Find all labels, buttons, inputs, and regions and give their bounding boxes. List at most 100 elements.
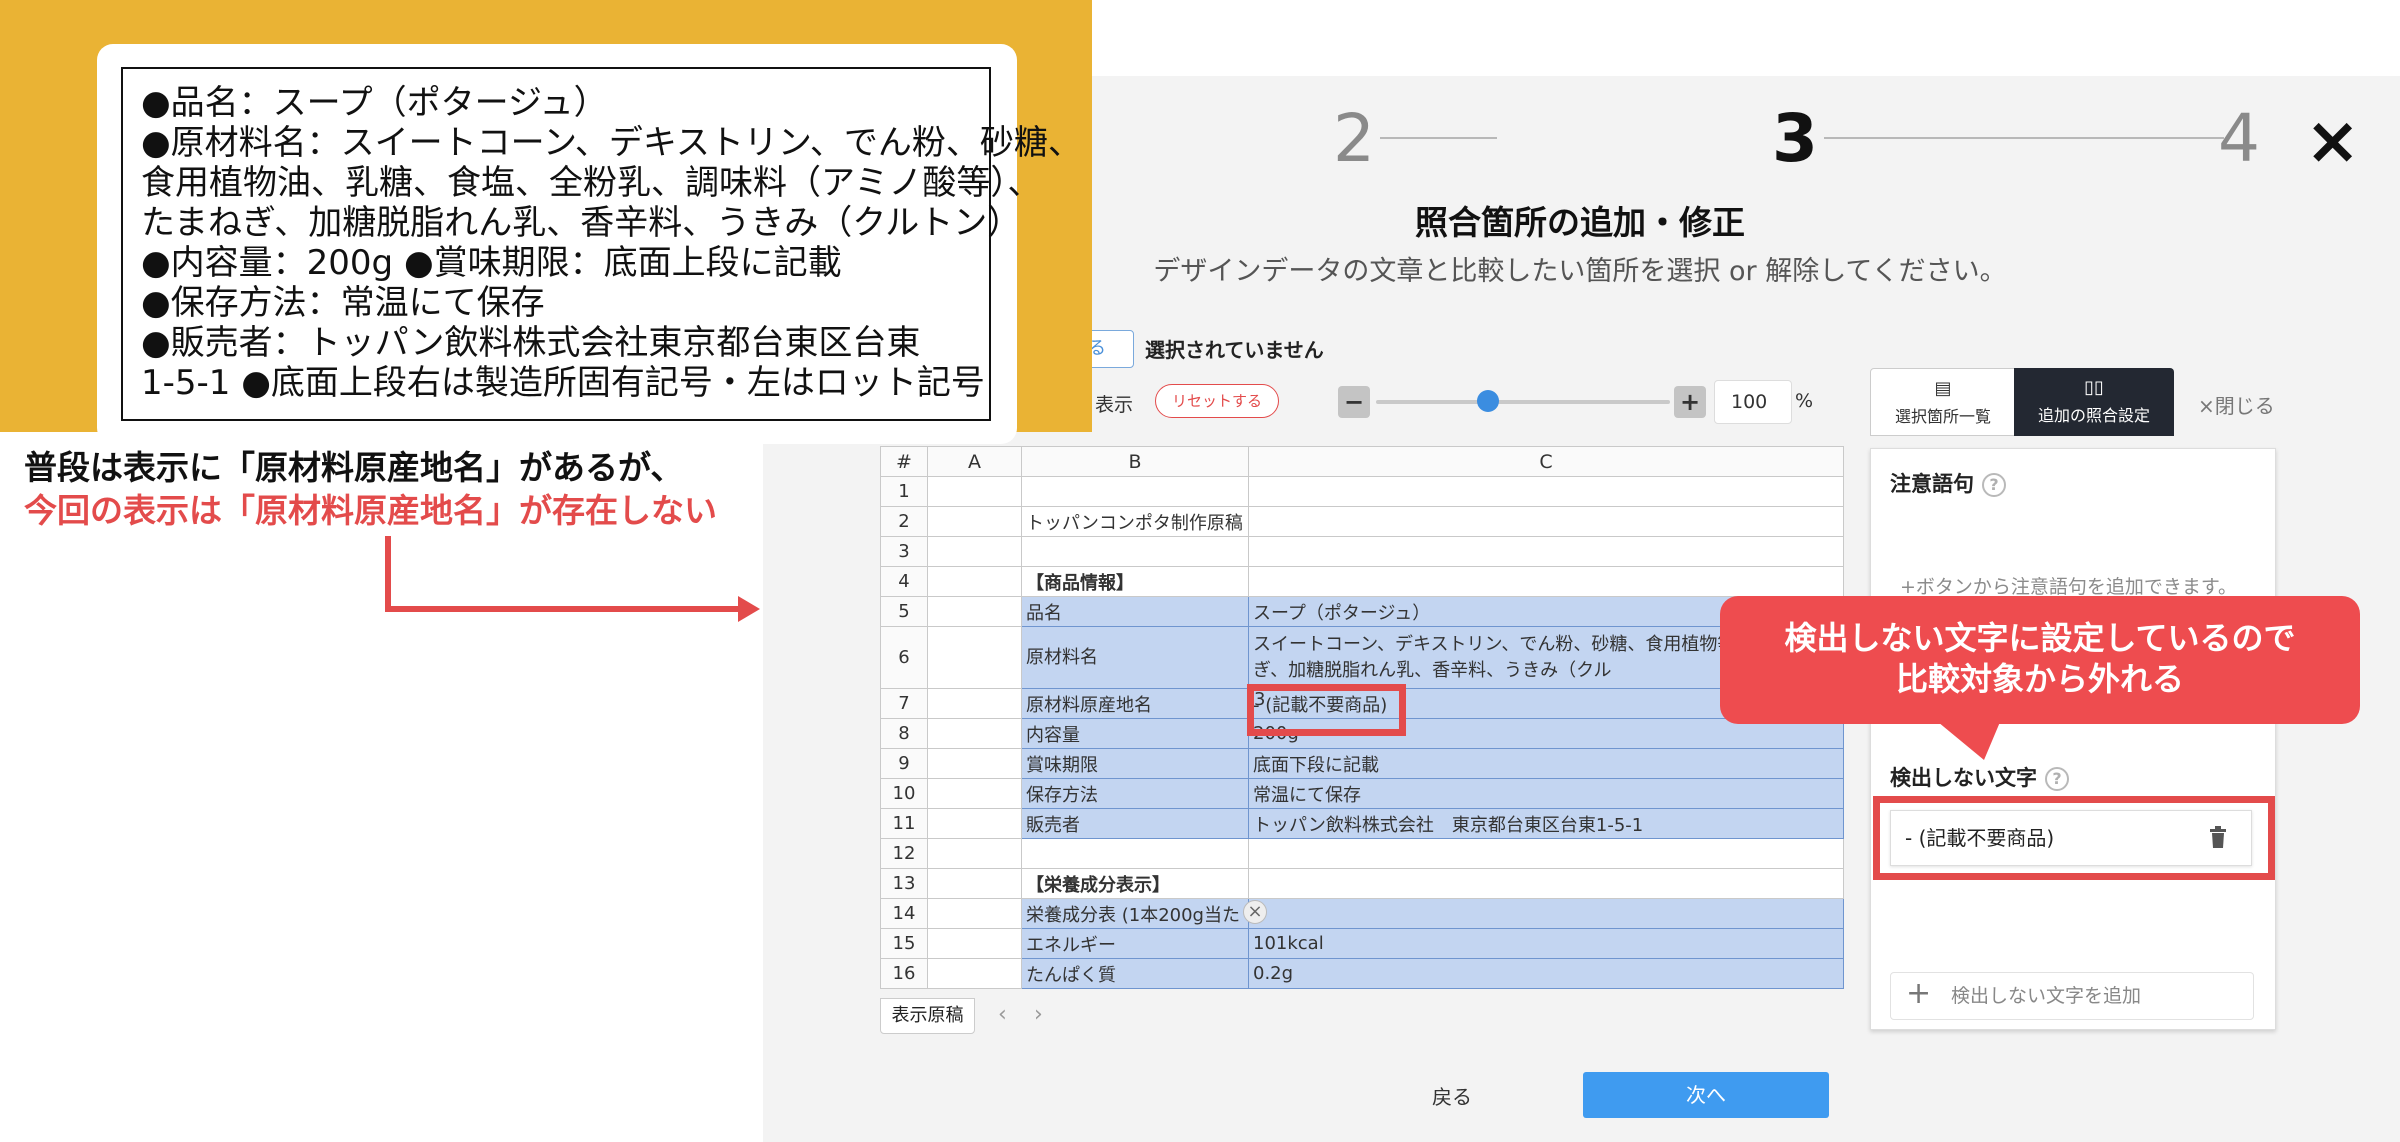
table-row: 11 販売者 トッパン飲料株式会社 東京都台東区台東1-5-1 bbox=[880, 808, 1844, 839]
cell-c[interactable] bbox=[1248, 536, 1844, 567]
cell-a[interactable] bbox=[927, 778, 1022, 809]
next-button[interactable]: 次へ bbox=[1583, 1072, 1829, 1118]
cell-b[interactable] bbox=[1021, 838, 1249, 869]
cell-b[interactable]: 栄養成分表 (1本200g当た bbox=[1021, 898, 1249, 929]
row-number: 16 bbox=[880, 958, 928, 989]
cell-a[interactable] bbox=[927, 718, 1022, 749]
add-exclude-word-input[interactable]: 検出しない文字を追加 bbox=[1890, 972, 2254, 1020]
label-line: ●内容量：200g ●賞味期限：底面上段に記載 bbox=[141, 243, 842, 283]
row-number: 2 bbox=[880, 506, 928, 537]
label-line: ●原材料名：スイートコーン、デキストリン、でん粉、砂糖、 bbox=[141, 123, 1082, 163]
cell-a[interactable] bbox=[927, 838, 1022, 869]
cell-b[interactable]: たんぱく質 bbox=[1021, 958, 1249, 989]
cell-b[interactable]: トッパンコンポタ制作原稿 bbox=[1021, 506, 1249, 537]
step-3-current: 3 bbox=[1772, 100, 1818, 177]
sheet-tab-display[interactable]: 表示原稿 bbox=[880, 998, 975, 1034]
zoom-slider-handle[interactable] bbox=[1476, 390, 1499, 412]
cell-b[interactable]: 販売者 bbox=[1021, 808, 1249, 839]
cell-b[interactable]: 保存方法 bbox=[1021, 778, 1249, 809]
cell-b[interactable]: 内容量 bbox=[1021, 718, 1249, 749]
cell-a[interactable] bbox=[927, 898, 1022, 929]
row-number: 13 bbox=[880, 868, 928, 899]
row-number: 4 bbox=[880, 566, 928, 597]
cell-c[interactable] bbox=[1248, 476, 1844, 507]
cell-c[interactable]: 常温にて保存 bbox=[1248, 778, 1844, 809]
panel-close-button[interactable]: ×閉じる bbox=[2198, 390, 2275, 419]
tab-selected-list[interactable]: ▤ 選択箇所一覧 bbox=[1870, 368, 2016, 436]
cell-a[interactable] bbox=[927, 688, 1022, 719]
cell-b[interactable]: 賞味期限 bbox=[1021, 748, 1249, 779]
cell-a[interactable] bbox=[927, 808, 1022, 839]
cell-a[interactable] bbox=[927, 748, 1022, 779]
label-line: ●保存方法：常温にて保存 bbox=[141, 283, 545, 323]
cell-c[interactable] bbox=[1248, 838, 1844, 869]
product-label-text: ●品名：スープ（ポタージュ） ●原材料名：スイートコーン、デキストリン、でん粉、… bbox=[121, 67, 1082, 421]
row-number: 5 bbox=[880, 596, 928, 627]
table-row: 10 保存方法 常温にて保存 bbox=[880, 778, 1844, 809]
cell-b[interactable]: 原材料名 bbox=[1021, 626, 1249, 689]
selection-status: 選択されていません bbox=[1145, 338, 1324, 362]
cell-a[interactable] bbox=[927, 566, 1022, 597]
exclude-words-title: 検出しない文字? bbox=[1890, 762, 2069, 792]
cell-c[interactable] bbox=[1248, 506, 1844, 537]
cell-b[interactable]: 【商品情報】 bbox=[1021, 566, 1249, 597]
plus-icon[interactable]: + bbox=[1906, 976, 1931, 1011]
cell-close-icon[interactable]: × bbox=[1243, 900, 1267, 924]
row-number: 3 bbox=[880, 536, 928, 567]
cell-c[interactable]: 101kcal bbox=[1248, 928, 1844, 959]
highlight-box-cell bbox=[1247, 684, 1406, 736]
zoom-out-button[interactable]: − bbox=[1338, 386, 1370, 418]
zoom-in-button[interactable]: + bbox=[1674, 386, 1706, 418]
cell-b[interactable] bbox=[1021, 536, 1249, 567]
sheet-prev-icon[interactable]: ‹ bbox=[998, 1002, 1007, 1027]
zoom-input[interactable]: 100 bbox=[1714, 380, 1792, 424]
back-button[interactable]: 戻る bbox=[1432, 1081, 1472, 1110]
cell-b[interactable] bbox=[1021, 476, 1249, 507]
step-2[interactable]: 2 bbox=[1333, 100, 1375, 177]
help-icon[interactable]: ? bbox=[1982, 473, 2006, 497]
cell-c[interactable] bbox=[1248, 868, 1844, 899]
cell-c[interactable]: 底面下段に記載 bbox=[1248, 748, 1844, 779]
close-icon[interactable]: × bbox=[2305, 108, 2360, 174]
cell-a[interactable] bbox=[927, 536, 1022, 567]
row-number: 7 bbox=[880, 688, 928, 719]
cell-b[interactable]: 【栄養成分表示】 bbox=[1021, 868, 1249, 899]
cell-a[interactable] bbox=[927, 868, 1022, 899]
step-4[interactable]: 4 bbox=[2218, 100, 2260, 177]
table-row: 12 bbox=[880, 838, 1844, 869]
cell-a[interactable] bbox=[927, 626, 1022, 689]
cell-c[interactable]: 0.2g bbox=[1248, 958, 1844, 989]
tab-additional-settings-label: 追加の照合設定 bbox=[2037, 406, 2150, 425]
cell-b[interactable]: 原材料原産地名 bbox=[1021, 688, 1249, 719]
cell-a[interactable] bbox=[927, 596, 1022, 627]
row-number: 6 bbox=[880, 626, 928, 689]
table-row: 1 bbox=[880, 476, 1844, 507]
row-number: 10 bbox=[880, 778, 928, 809]
header-column-c[interactable]: C bbox=[1248, 446, 1844, 477]
header-column-b[interactable]: B bbox=[1021, 446, 1249, 477]
header-row-number: # bbox=[880, 446, 928, 477]
cell-a[interactable] bbox=[927, 958, 1022, 989]
step-connector bbox=[1824, 137, 2224, 139]
help-icon[interactable]: ? bbox=[2045, 767, 2069, 791]
sheet-next-icon[interactable]: › bbox=[1034, 1002, 1043, 1027]
cell-c[interactable]: トッパン飲料株式会社 東京都台東区台東1-5-1 bbox=[1248, 808, 1844, 839]
table-row: 16 たんぱく質 0.2g bbox=[880, 958, 1844, 989]
cell-c[interactable]: ) bbox=[1248, 898, 1844, 929]
label-line: 1-5-1 ●底面上段右は製造所固有記号・左はロット記号 bbox=[141, 363, 985, 403]
tab-additional-settings[interactable]: ▯▯ 追加の照合設定 bbox=[2014, 368, 2174, 436]
cell-c[interactable] bbox=[1248, 566, 1844, 597]
annotation-note: 普段は表示に「原材料原産地名」があるが、 bbox=[24, 448, 684, 487]
zoom-slider[interactable] bbox=[1376, 400, 1670, 404]
cell-b[interactable]: 品名 bbox=[1021, 596, 1249, 627]
cursor-indicator: 3 bbox=[1254, 689, 1266, 710]
cell-b[interactable]: エネルギー bbox=[1021, 928, 1249, 959]
label-line: ●品名：スープ（ポタージュ） bbox=[141, 83, 608, 123]
table-row: 15 エネルギー 101kcal bbox=[880, 928, 1844, 959]
header-column-a[interactable]: A bbox=[927, 446, 1022, 477]
reset-button[interactable]: リセットする bbox=[1155, 384, 1279, 418]
cell-a[interactable] bbox=[927, 476, 1022, 507]
cell-a[interactable] bbox=[927, 928, 1022, 959]
cell-a[interactable] bbox=[927, 506, 1022, 537]
tab-selected-list-label: 選択箇所一覧 bbox=[1894, 407, 1991, 426]
